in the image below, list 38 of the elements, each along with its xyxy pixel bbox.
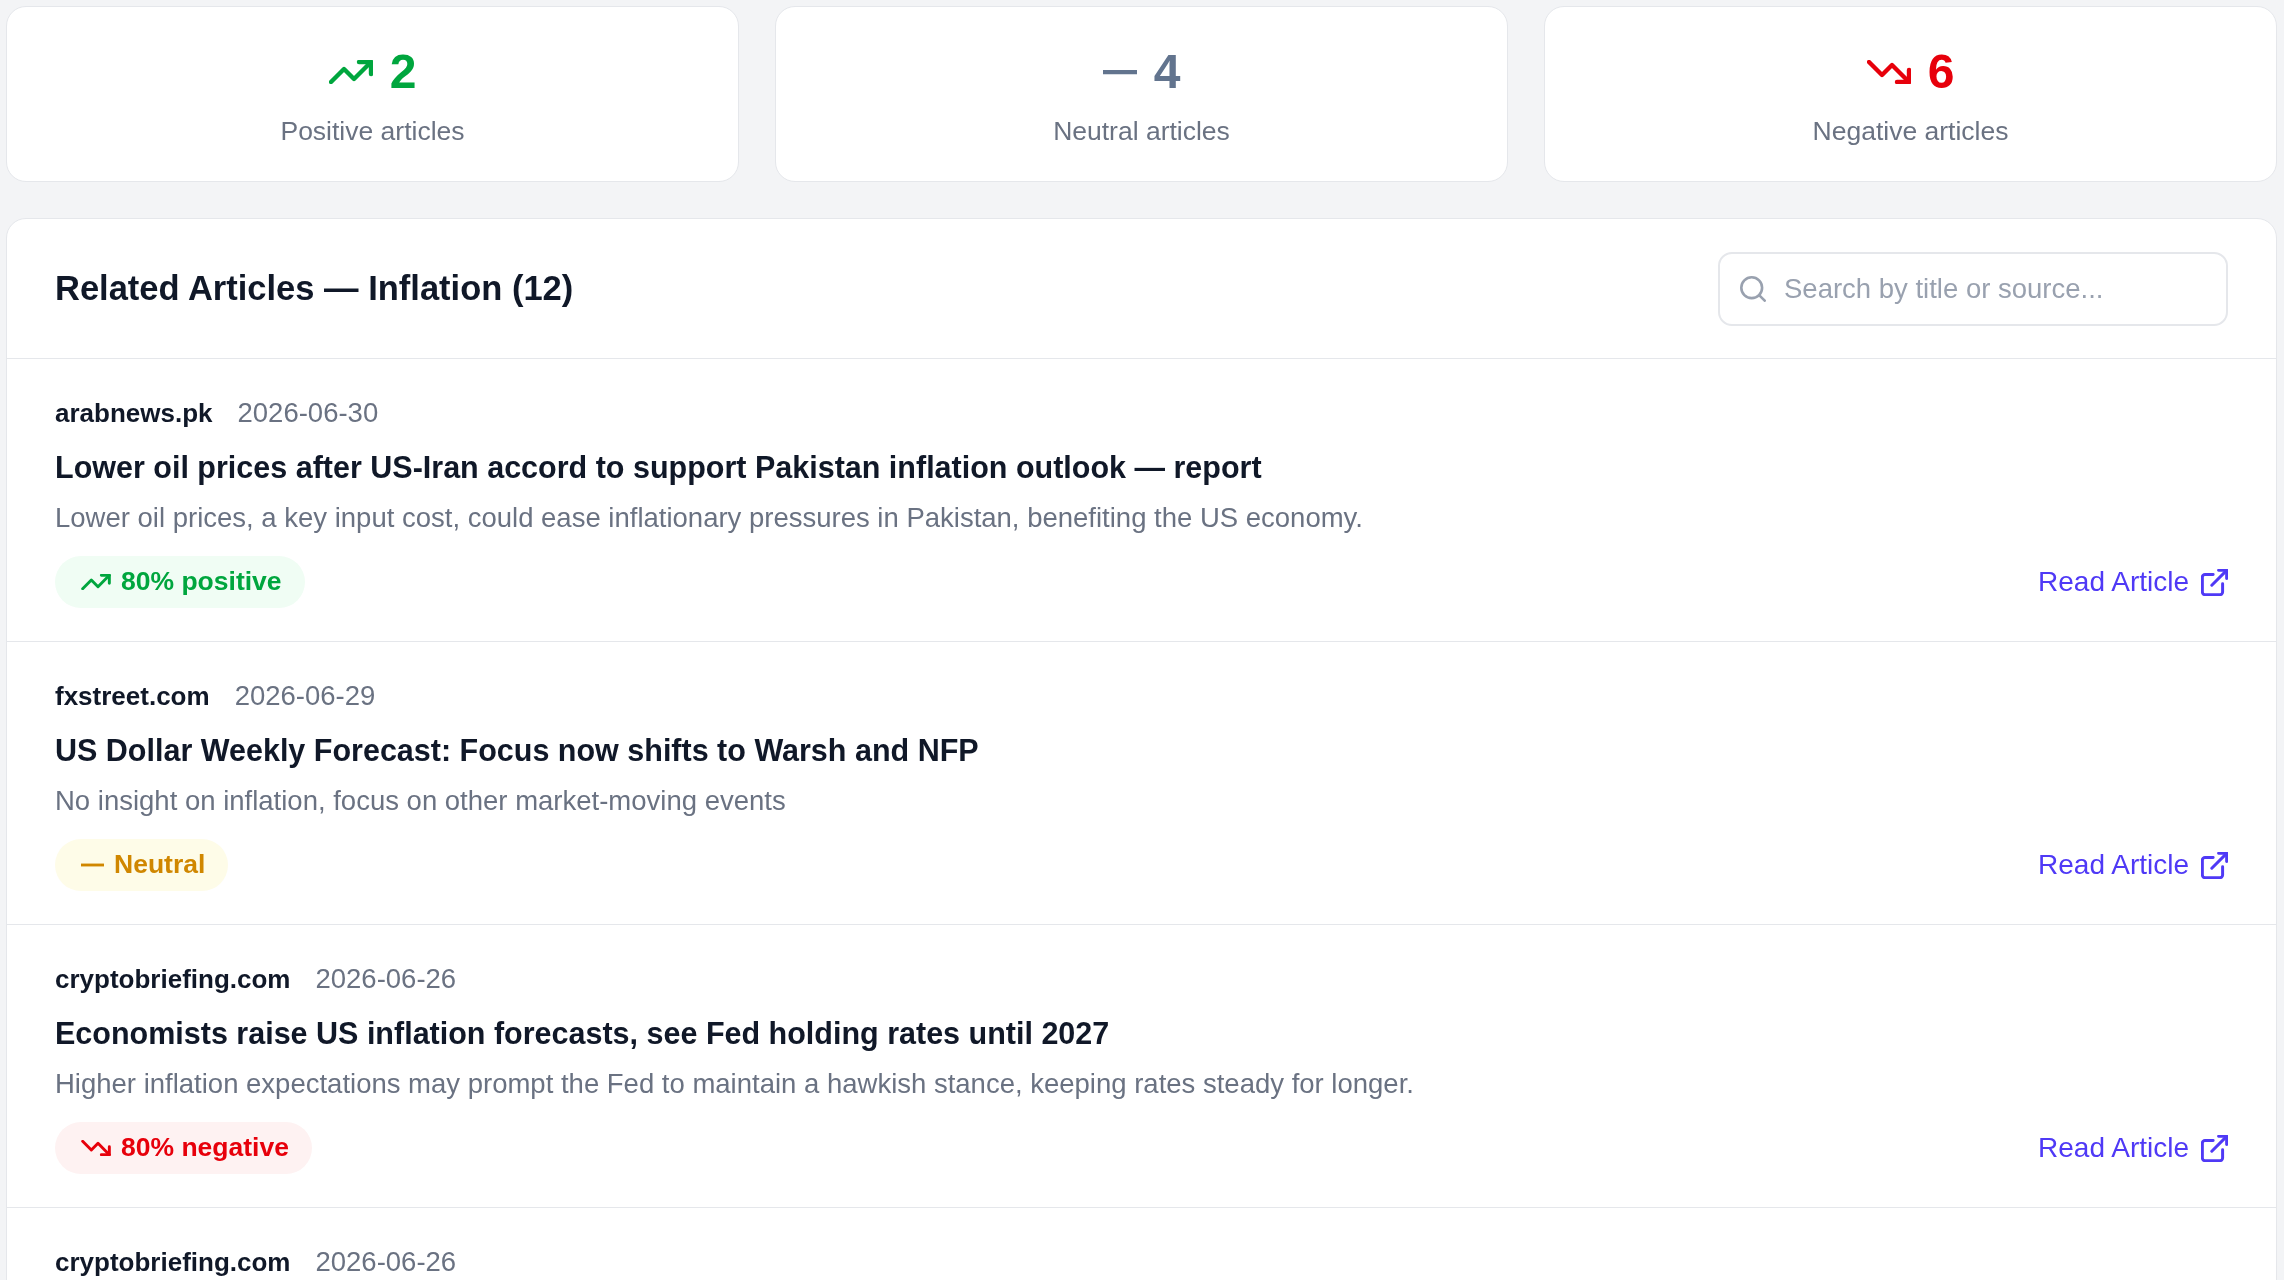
sentiment-label: Neutral: [114, 848, 206, 882]
trending-down-icon: [81, 1140, 111, 1156]
stat-label: Positive articles: [280, 115, 465, 148]
source-name: fxstreet.com: [55, 681, 210, 711]
article-summary: Lower oil prices, a key input cost, could ease inflationary pressures in Pakistan, benefiting the US economy.: [55, 501, 1364, 535]
minus-icon: [81, 863, 104, 867]
trending-up-icon: [328, 60, 373, 84]
source-name: cryptobriefing.com: [55, 1247, 291, 1277]
stat-label: Neutral articles: [1053, 115, 1230, 148]
article-summary: Higher inflation expectations may prompt the Fed to maintain a hawkish stance, keeping rates steady for longer.: [55, 1067, 1415, 1101]
search-icon: [1740, 275, 1766, 302]
article-title: US Dollar Weekly Forecast: Focus now shifts to Warsh and NFP: [55, 732, 980, 770]
trending-up-icon: [81, 574, 111, 590]
stat-count: 6: [1927, 47, 1955, 97]
article-title: Economists raise US inflation forecasts, see Fed holding rates until 2027: [55, 1015, 1111, 1053]
sentiment-label: 80% negative: [121, 1131, 289, 1165]
external-link-icon: [2201, 851, 2228, 879]
read-article-link[interactable]: Read Article: [2038, 1127, 2228, 1169]
sentiment-label: 80% positive: [121, 565, 282, 599]
search-field[interactable]: Search by title or source...: [1718, 251, 2228, 326]
stat-count: 2: [389, 47, 417, 97]
source-name: arabnews.pk: [55, 398, 213, 428]
article-title: Lower oil prices after US-Iran accord to support Pakistan inflation outlook — report: [55, 449, 1263, 487]
source-name: cryptobriefing.com: [55, 964, 291, 994]
article-date: 2026-06-26: [315, 964, 457, 994]
stat-label: Negative articles: [1812, 115, 2009, 148]
minus-icon: [1102, 69, 1137, 75]
article-summary: No insight on inflation, focus on other market-moving events: [55, 784, 787, 818]
read-article-link[interactable]: Read Article: [2038, 561, 2228, 603]
read-article-link[interactable]: Read Article: [2038, 844, 2228, 886]
article-date: 2026-06-26: [315, 1247, 457, 1277]
stat-count: 4: [1153, 47, 1181, 97]
external-link-icon: [2201, 568, 2228, 596]
article-date: 2026-06-30: [237, 398, 379, 428]
panel-title: Related Articles — Inflation (12): [55, 267, 574, 309]
article-date: 2026-06-29: [234, 681, 376, 711]
trending-down-icon: [1866, 60, 1911, 84]
external-link-icon: [2201, 1134, 2228, 1162]
